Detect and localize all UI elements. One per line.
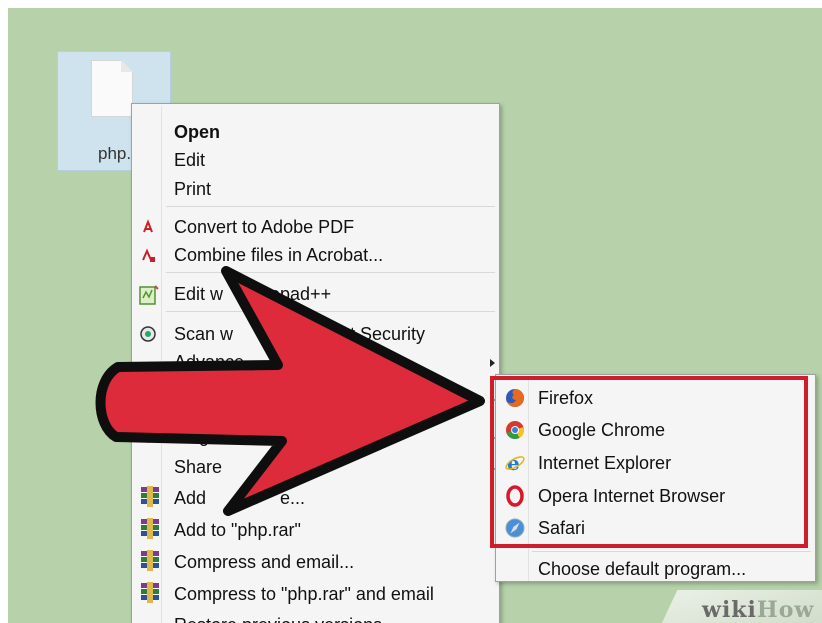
wikihow-watermark: wikiHow (702, 597, 815, 623)
menu-item-open[interactable]: Open (174, 119, 220, 145)
menu-item-add-to-php-rar[interactable]: Add to "php.rar" (174, 517, 301, 543)
menu-item-print[interactable]: Print (174, 176, 211, 202)
file-page-icon (91, 60, 133, 117)
big-red-arrow-icon (95, 266, 485, 516)
menu-item-edit[interactable]: Edit (174, 147, 205, 173)
menu-item-restore-versions[interactable]: Restore previous versions (174, 612, 382, 623)
menu-item-compress-php-rar-email[interactable]: Compress to "php.rar" and email (174, 581, 434, 607)
screenshot-frame: php. Open Edit Print Convert to Adobe PD… (0, 0, 822, 623)
menu-item-compress-email[interactable]: Compress and email... (174, 549, 354, 575)
file-name-label: php. (98, 144, 132, 163)
adobe-pdf-icon (143, 219, 153, 233)
menu-item-convert-to-pdf[interactable]: Convert to Adobe PDF (174, 214, 354, 240)
menu-separator (532, 551, 811, 552)
winrar-icon (141, 518, 159, 539)
winrar-icon (141, 582, 159, 603)
browser-list-highlight-box (490, 376, 808, 548)
submenu-arrow-icon (490, 359, 495, 367)
desktop: php. Open Edit Print Convert to Adobe PD… (8, 8, 822, 623)
choose-default-program[interactable]: Choose default program... (538, 555, 746, 583)
menu-separator (166, 206, 495, 207)
winrar-icon (141, 550, 159, 571)
